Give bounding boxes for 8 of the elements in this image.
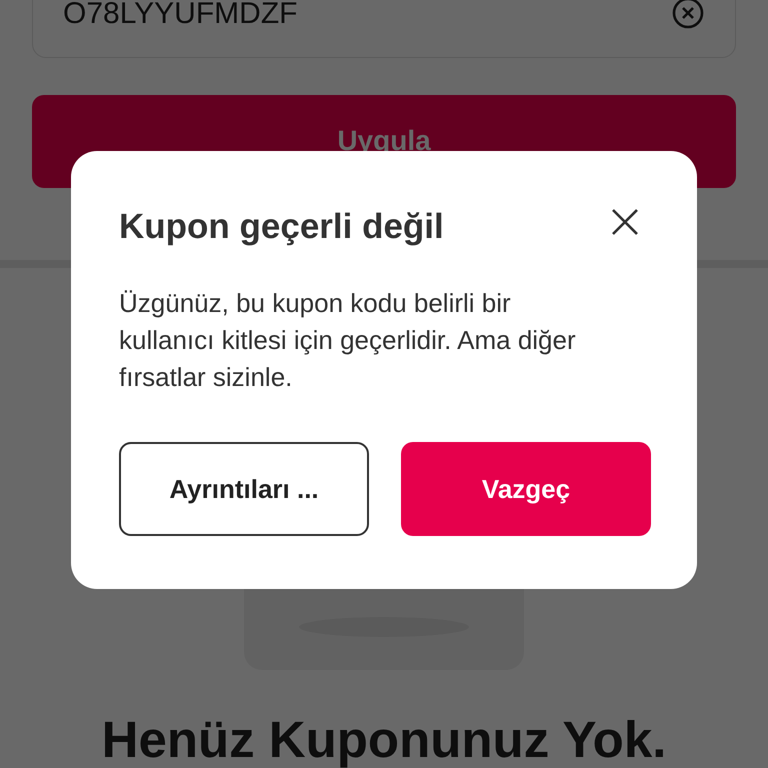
details-button[interactable]: Ayrıntıları ... bbox=[119, 442, 369, 536]
clear-icon[interactable] bbox=[671, 0, 705, 30]
close-icon[interactable] bbox=[611, 208, 639, 236]
dialog-title: Kupon geçerli değil bbox=[119, 207, 444, 247]
cancel-button[interactable]: Vazgeç bbox=[401, 442, 651, 536]
coupon-input-field[interactable]: O78LYYUFMDZF bbox=[32, 0, 736, 58]
empty-state-heading: Henüz Kuponunuz Yok. bbox=[102, 710, 666, 768]
dialog-message: Üzgünüz, bu kupon kodu belirli bir kullanıcı kitlesi için geçerlidir. Ama diğer fırsatlar sizinle. bbox=[119, 287, 577, 394]
